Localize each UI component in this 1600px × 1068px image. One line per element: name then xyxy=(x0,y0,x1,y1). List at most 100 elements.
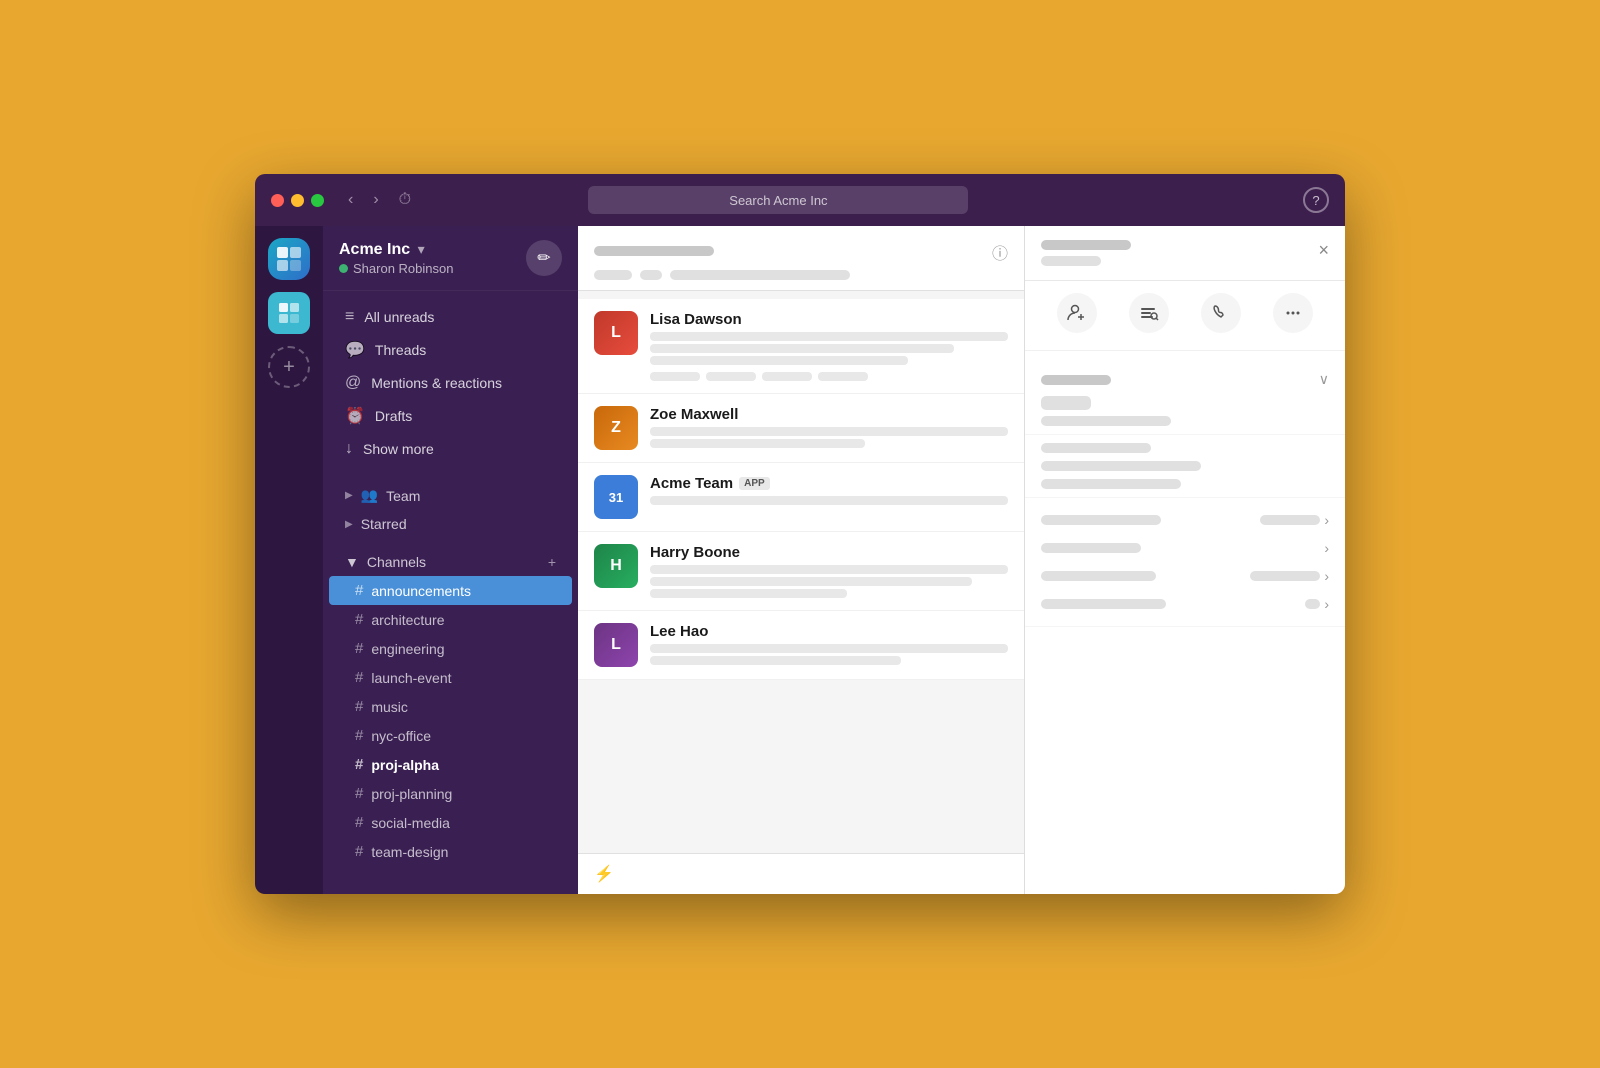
back-button[interactable]: ‹ xyxy=(344,187,357,213)
nav-item-mentions[interactable]: @ Mentions & reactions xyxy=(329,367,572,399)
channel-label-announcements: announcements xyxy=(371,583,471,599)
conv-preview-lisa xyxy=(650,332,1008,381)
conversation-item-lee-hao[interactable]: L Lee Hao xyxy=(578,611,1024,680)
nav-item-drafts[interactable]: ⏰ Drafts xyxy=(329,399,572,433)
nav-item-threads[interactable]: 💬 Threads xyxy=(329,333,572,367)
compose-icon: ✏ xyxy=(537,248,550,268)
nav-item-show-more[interactable]: ↓ Show more xyxy=(329,433,572,465)
conv-content-harry: Harry Boone xyxy=(650,544,1008,598)
status-indicator xyxy=(339,264,348,273)
conv-name-text-acme: Acme Team xyxy=(650,475,733,492)
preview-skeleton-zoe-1 xyxy=(650,427,1008,436)
conv-name-acme: Acme Team APP xyxy=(650,475,1008,492)
channel-item-architecture[interactable]: # architecture xyxy=(329,605,572,634)
add-workspace-button[interactable]: + xyxy=(268,346,310,388)
help-button[interactable]: ? xyxy=(1303,187,1329,213)
preview-skeleton-harry-3 xyxy=(650,589,847,598)
section-starred[interactable]: ▶ Starred xyxy=(329,510,572,538)
right-item-skeleton-4 xyxy=(1041,599,1166,609)
maximize-window-btn[interactable] xyxy=(311,194,324,207)
info-icon[interactable]: ⓘ xyxy=(992,240,1008,264)
chevron-right-icon-2[interactable]: › xyxy=(1324,540,1329,556)
right-header-content xyxy=(1041,240,1131,266)
section-team[interactable]: ▶ 👥 Team xyxy=(329,481,572,510)
close-window-btn[interactable] xyxy=(271,194,284,207)
workspace-sidebar: + xyxy=(255,226,323,894)
right-item-action-1: › xyxy=(1260,512,1329,528)
right-item-1[interactable]: › xyxy=(1041,506,1329,534)
subtitle-skeleton-3 xyxy=(670,270,850,280)
preview-skeleton-lee-1 xyxy=(650,644,1008,653)
channel-item-nyc-office[interactable]: # nyc-office xyxy=(329,721,572,750)
add-channel-button[interactable]: + xyxy=(548,554,556,570)
minimize-window-btn[interactable] xyxy=(291,194,304,207)
chevron-right-icon-4[interactable]: › xyxy=(1324,596,1329,612)
channel-item-announcements[interactable]: # announcements xyxy=(329,576,572,605)
more-dots-icon xyxy=(1283,303,1303,323)
search-bar[interactable]: Search Acme Inc xyxy=(588,186,968,214)
threads-icon: 💬 xyxy=(345,340,365,360)
channel-item-launch-event[interactable]: # launch-event xyxy=(329,663,572,692)
chevron-down-icon-1[interactable]: ∨ xyxy=(1319,371,1329,388)
team-icon: 👥 xyxy=(361,487,378,504)
preview-skeleton-harry-2 xyxy=(650,577,972,586)
add-member-action[interactable] xyxy=(1057,293,1097,338)
conversation-item-lisa-dawson[interactable]: L Lisa Dawson xyxy=(578,299,1024,394)
channel-item-proj-planning[interactable]: # proj-planning xyxy=(329,779,572,808)
section-item-skeleton-3 xyxy=(1041,443,1151,453)
search-action[interactable] xyxy=(1129,293,1169,338)
channel-label-music: music xyxy=(371,699,408,715)
starred-label: Starred xyxy=(361,516,407,532)
avatar-zoe: Z xyxy=(594,406,638,450)
right-item-3[interactable]: › xyxy=(1041,562,1329,590)
middle-header-top: ⓘ xyxy=(594,240,1008,264)
right-item-action-4: › xyxy=(1305,596,1329,612)
hash-icon: # xyxy=(355,785,363,802)
conversation-item-acme-team[interactable]: 31 Acme Team APP xyxy=(578,463,1024,532)
workspace-icon-secondary[interactable] xyxy=(268,292,310,334)
right-item-value-3 xyxy=(1250,571,1320,581)
chevron-right-icon-1[interactable]: › xyxy=(1324,512,1329,528)
right-item-4[interactable]: › xyxy=(1041,590,1329,618)
right-section-2 xyxy=(1025,435,1345,498)
call-action[interactable] xyxy=(1201,293,1241,338)
channels-header[interactable]: ▼ Channels + xyxy=(329,548,572,576)
channel-item-engineering[interactable]: # engineering xyxy=(329,634,572,663)
preview-tag-4 xyxy=(818,372,868,381)
app-badge: APP xyxy=(739,477,770,490)
compose-button[interactable]: ✏ xyxy=(526,240,562,276)
chevron-right-icon-3[interactable]: › xyxy=(1324,568,1329,584)
workspace-logo xyxy=(275,245,303,273)
conversation-item-harry-boone[interactable]: H Harry Boone xyxy=(578,532,1024,611)
section-item-skeleton-1 xyxy=(1041,396,1091,410)
nav-item-all-unreads[interactable]: ≡ All unreads xyxy=(329,301,572,333)
channels-label: Channels xyxy=(367,554,426,570)
more-action[interactable] xyxy=(1273,293,1313,338)
nav-label-all-unreads: All unreads xyxy=(364,309,434,325)
section-item-skeleton-2 xyxy=(1041,416,1171,426)
right-item-2[interactable]: › xyxy=(1041,534,1329,562)
workspace-icon-primary[interactable] xyxy=(268,238,310,280)
channel-item-social-media[interactable]: # social-media xyxy=(329,808,572,837)
conversation-item-zoe-maxwell[interactable]: Z Zoe Maxwell xyxy=(578,394,1024,463)
section-item-skeleton-5 xyxy=(1041,479,1181,489)
right-header-skeleton-2 xyxy=(1041,256,1101,266)
channel-item-proj-alpha[interactable]: # proj-alpha xyxy=(329,750,572,779)
right-item-skeleton-3 xyxy=(1041,571,1156,581)
user-status: Sharon Robinson xyxy=(339,261,453,276)
right-panel-header: × xyxy=(1025,226,1345,281)
forward-button[interactable]: › xyxy=(369,187,382,213)
right-panel: × xyxy=(1025,226,1345,894)
header-skeleton-title xyxy=(594,243,714,261)
close-right-panel-button[interactable]: × xyxy=(1318,240,1329,261)
section-item-skeleton-4 xyxy=(1041,461,1201,471)
channel-item-team-design[interactable]: # team-design xyxy=(329,837,572,866)
workspace-name[interactable]: Acme Inc ▾ xyxy=(339,241,453,259)
conv-content-lee: Lee Hao xyxy=(650,623,1008,665)
conv-name-lee: Lee Hao xyxy=(650,623,1008,640)
channel-item-music[interactable]: # music xyxy=(329,692,572,721)
channel-section: ▼ Channels + # announcements # architect… xyxy=(323,544,578,870)
history-button[interactable]: ⏱ xyxy=(395,187,415,213)
middle-footer: ⚡ xyxy=(578,853,1024,894)
hash-icon: # xyxy=(355,756,363,773)
